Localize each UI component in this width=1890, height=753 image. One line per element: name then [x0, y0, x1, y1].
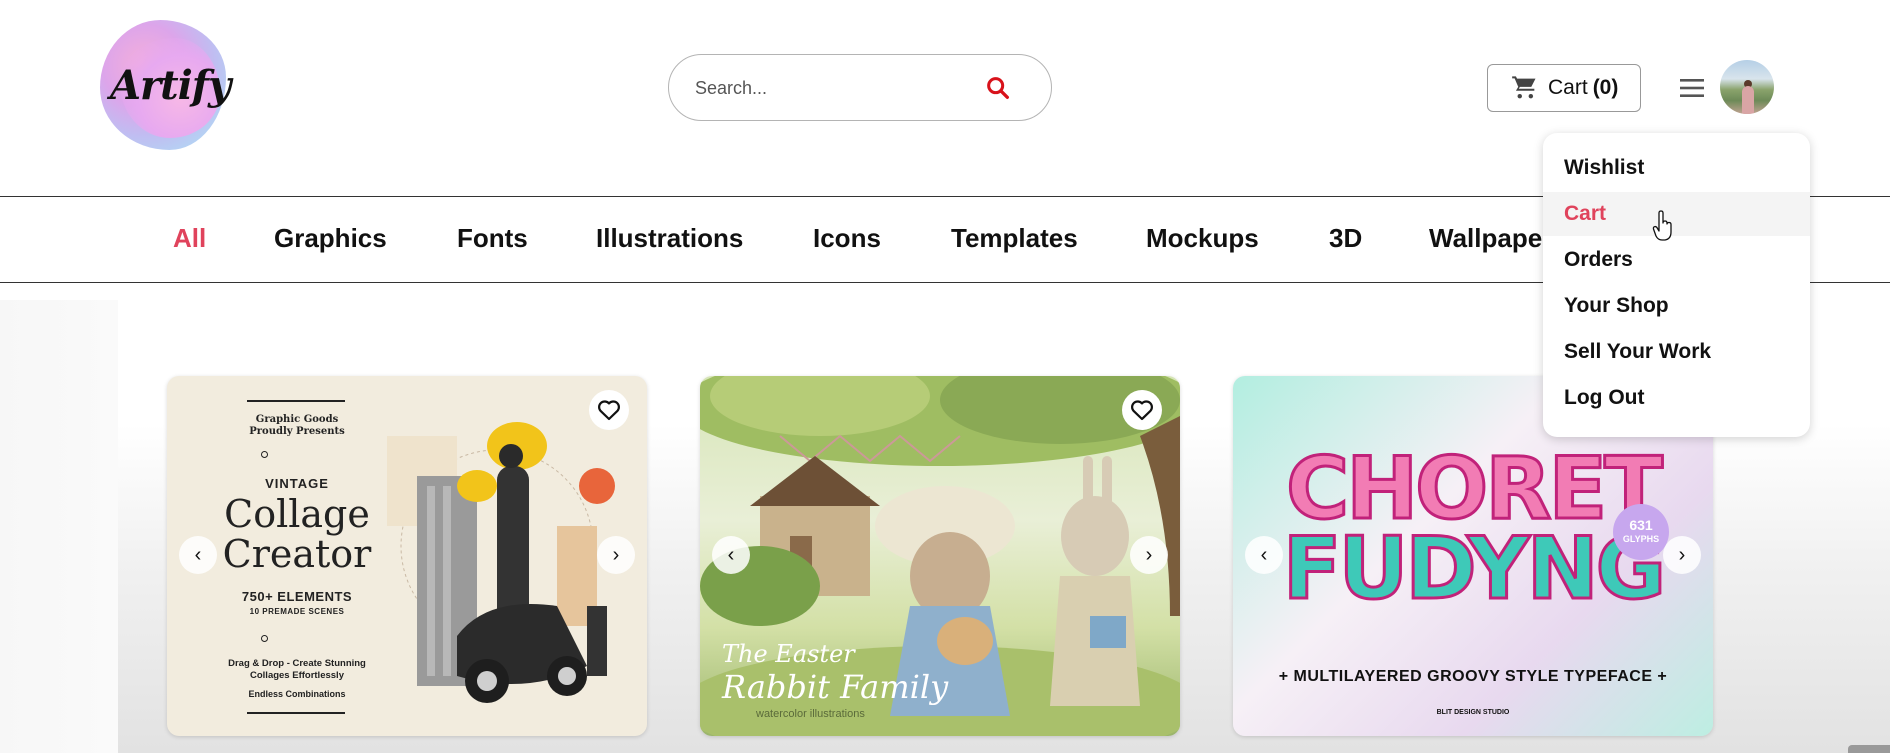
- menu-item-sell-your-work[interactable]: Sell Your Work: [1543, 330, 1810, 374]
- card-kicker: VINTAGE: [265, 476, 329, 491]
- glyphs-badge: 631 GLYPHS: [1613, 504, 1669, 560]
- chevron-right-icon: ›: [1678, 543, 1686, 566]
- card-caption-line1: The Easter: [722, 640, 855, 668]
- product-card-collage-creator[interactable]: Graphic Goods Proudly Presents VINTAGE C…: [167, 376, 647, 736]
- heart-icon: [598, 400, 620, 421]
- cart-count: (0): [1592, 76, 1619, 99]
- card-scenes: 10 PREMADE SCENES: [249, 607, 345, 616]
- user-dropdown-menu: Wishlist Cart Orders Your Shop Sell Your…: [1543, 133, 1810, 437]
- card-desc-line1: Drag & Drop - Create Stunning: [228, 658, 366, 669]
- card-title-line1: Collage: [224, 492, 370, 536]
- card-title-line2: Creator: [222, 532, 372, 576]
- chevron-right-icon: ›: [612, 543, 620, 566]
- card-caption-line2: Rabbit Family: [722, 668, 949, 706]
- card-caption-line3: watercolor illustrations: [756, 708, 865, 720]
- hamburger-menu-icon[interactable]: [1678, 76, 1706, 100]
- menu-item-cart[interactable]: Cart: [1543, 192, 1810, 236]
- category-fonts[interactable]: Fonts: [457, 223, 528, 254]
- category-templates[interactable]: Templates: [951, 223, 1078, 254]
- user-avatar[interactable]: [1720, 60, 1774, 114]
- glyphs-count: 631: [1629, 517, 1653, 533]
- category-graphics[interactable]: Graphics: [274, 223, 387, 254]
- menu-item-log-out[interactable]: Log Out: [1543, 376, 1810, 420]
- search-input[interactable]: [695, 73, 965, 103]
- search-icon[interactable]: [984, 74, 1012, 102]
- chevron-left-icon: ‹: [1260, 543, 1268, 566]
- menu-item-your-shop[interactable]: Your Shop: [1543, 284, 1810, 328]
- menu-item-wishlist[interactable]: Wishlist: [1543, 146, 1810, 190]
- avatar-photo-body: [1742, 86, 1754, 114]
- shopping-cart-icon: [1512, 76, 1536, 99]
- scrollbar-corner[interactable]: [1848, 745, 1890, 753]
- carousel-next-button[interactable]: ›: [597, 536, 635, 574]
- ornament-dot: [261, 635, 268, 642]
- hand-pointer-cursor-icon: [1652, 210, 1672, 241]
- carousel-prev-button[interactable]: ‹: [1245, 536, 1283, 574]
- category-3d[interactable]: 3D: [1329, 223, 1362, 254]
- carousel-next-button[interactable]: ›: [1130, 536, 1168, 574]
- carousel-next-button[interactable]: ›: [1663, 536, 1701, 574]
- card-endless: Endless Combinations: [248, 689, 346, 699]
- divider: [247, 712, 345, 714]
- glyphs-label: GLYPHS: [1622, 534, 1660, 544]
- artify-logo[interactable]: Artify: [100, 20, 231, 150]
- category-illustrations[interactable]: Illustrations: [596, 223, 743, 254]
- card-presenter: Graphic Goods: [255, 414, 339, 425]
- search-bar: [668, 54, 1052, 121]
- category-wallpapers[interactable]: Wallpape: [1429, 223, 1542, 254]
- chevron-left-icon: ‹: [727, 543, 735, 566]
- category-mockups[interactable]: Mockups: [1146, 223, 1259, 254]
- chevron-left-icon: ‹: [194, 543, 202, 566]
- cart-button[interactable]: Cart (0): [1487, 64, 1641, 112]
- wishlist-heart-button[interactable]: [589, 390, 629, 430]
- category-icons[interactable]: Icons: [813, 223, 881, 254]
- divider: [247, 400, 345, 402]
- card-studio: BLIT DESIGN STUDIO: [1436, 709, 1510, 716]
- wishlist-heart-button[interactable]: [1122, 390, 1162, 430]
- card-tagline: + MULTILAYERED GROOVY STYLE TYPEFACE +: [1278, 668, 1668, 685]
- carousel-prev-button[interactable]: ‹: [712, 536, 750, 574]
- carousel-prev-button[interactable]: ‹: [179, 536, 217, 574]
- card-elements: 750+ ELEMENTS: [241, 589, 353, 604]
- product-card-easter-rabbit[interactable]: The Easter Rabbit Family watercolor illu…: [700, 376, 1180, 736]
- chevron-right-icon: ›: [1145, 543, 1153, 566]
- ornament-dot: [261, 451, 268, 458]
- menu-item-orders[interactable]: Orders: [1543, 238, 1810, 282]
- left-sidebar-strip: [0, 300, 118, 753]
- cart-label: Cart: [1548, 76, 1588, 99]
- heart-icon: [1131, 400, 1153, 421]
- category-all[interactable]: All: [173, 223, 206, 254]
- logo-text: Artify: [110, 62, 231, 109]
- card-desc-line2: Collages Effortlessly: [250, 670, 344, 681]
- card-presents: Proudly Presents: [249, 426, 345, 437]
